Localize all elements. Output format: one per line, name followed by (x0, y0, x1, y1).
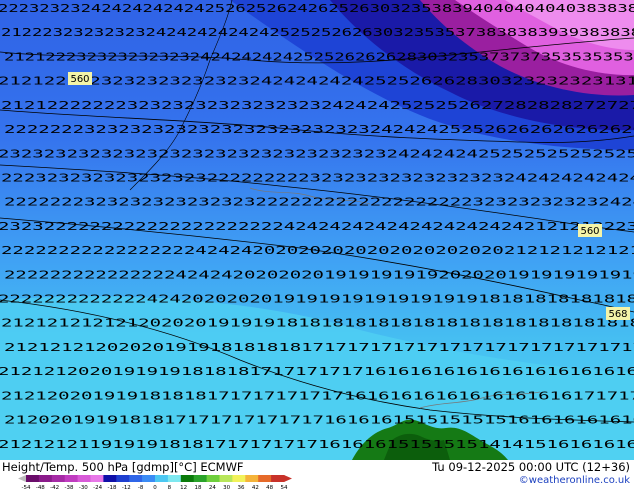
scale-tick-label: -54 (22, 485, 31, 490)
scale-tick-label: 8 (168, 485, 172, 490)
scale-swatch (258, 475, 272, 482)
temperature-row: 2122232323232324242424242425252526263032… (1, 28, 634, 39)
credit-link[interactable]: ©weatheronline.co.uk (519, 475, 630, 486)
scale-swatch (129, 475, 143, 482)
scale-swatch (180, 475, 195, 482)
scale-tick-label: 36 (238, 485, 245, 490)
temperature-row: 2223232324242424242425262526242625263032… (0, 4, 634, 15)
scale-swatch (232, 475, 246, 482)
temperature-row: 2121202019191818181717171717171616161616… (1, 391, 634, 402)
weather-map: 2223232324242424242425262526242625263032… (0, 0, 634, 460)
temperature-row: 2222222222222424202020201919191919191919… (0, 295, 634, 306)
scale-tick-label: 54 (281, 485, 288, 490)
temperature-row: 2323222222222222222222222424242424242424… (0, 222, 634, 233)
scale-tick-label: -24 (93, 485, 102, 490)
scale-arrow-right (284, 475, 292, 482)
temperature-row: 2121212121212020201919191818181818181818… (1, 319, 634, 330)
footer: Height/Temp. 500 hPa [gdmp][°C] ECMWF Tu… (0, 460, 634, 490)
scale-swatch (219, 475, 233, 482)
height-label: 560 (580, 226, 599, 237)
scale-swatch (193, 475, 208, 482)
height-label: 560 (70, 74, 89, 85)
scale-swatch (142, 475, 156, 482)
scale-swatch (271, 475, 285, 482)
scale-tick-label: -48 (36, 485, 45, 490)
scale-swatch (206, 475, 220, 482)
scale-tick-label: -30 (79, 485, 88, 490)
temperature-row: 2222222222222222242424202020202020202020… (1, 246, 634, 257)
scale-swatch (103, 475, 117, 482)
temperature-row: 2121212020191919181818171717171716161616… (0, 367, 634, 378)
scale-swatch (155, 475, 169, 482)
scale-tick-label: -38 (65, 485, 74, 490)
map-title: Height/Temp. 500 hPa [gdmp][°C] ECMWF (2, 460, 244, 474)
temperature-row: 2121222222232323232323232323242424252525… (1, 101, 634, 112)
scale-tick-label: 42 (252, 485, 259, 490)
temperature-row: 2222222323232323232323232323232324242425… (4, 125, 634, 136)
scale-swatch (245, 475, 259, 482)
temperature-row: 2120201919181817171717171717161616151515… (4, 416, 634, 427)
scale-tick-label: -8 (138, 485, 144, 490)
temperature-row: 2121222323232323232424242424252526262628… (4, 52, 634, 63)
temperature-row: 2121222223232323232323242424242425252626… (0, 77, 634, 88)
scale-swatch (64, 475, 79, 482)
scale-tick-label: -18 (108, 485, 117, 490)
scale-swatch (51, 475, 66, 482)
scale-tick-label: 12 (180, 485, 187, 490)
scale-tick-label: 0 (153, 485, 157, 490)
scale-tick-label: 24 (209, 485, 216, 490)
scale-swatch (90, 475, 104, 482)
scale-arrow-left (18, 475, 26, 482)
scale-swatch (26, 475, 40, 482)
valid-time: Tu 09-12-2025 00:00 UTC (12+36) (432, 460, 630, 474)
scale-swatch (38, 475, 53, 482)
scale-tick-label: 48 (266, 485, 273, 490)
scale-tick-label: 18 (195, 485, 202, 490)
temperature-row: 2222222323232323232323222222222222222222… (4, 198, 634, 209)
scale-swatch (77, 475, 91, 482)
color-scale-bar: -54 -48 -42 -38 -30 -24 -18 -12 -8 0 8 12 18 24 30 36 42… (18, 475, 292, 490)
scale-tick-label: 30 (223, 485, 230, 490)
scale-tick-label: -12 (122, 485, 131, 490)
temperature-row: 2121212119191918181717171717161616151515… (0, 440, 634, 451)
scale-swatch (167, 475, 182, 482)
scale-tick-label: -42 (50, 485, 59, 490)
temperature-row: 2223232323232323232222222223232323232323… (1, 173, 634, 184)
height-label: 568 (608, 309, 627, 320)
temperature-row: 2121212120202019191818181817171717171717… (4, 343, 634, 354)
scale-swatch (116, 475, 130, 482)
temperature-row: 2222222222222224242420202020191919191920… (4, 270, 634, 281)
temperature-row: 2323232323232323232323232323232323242424… (0, 149, 634, 160)
